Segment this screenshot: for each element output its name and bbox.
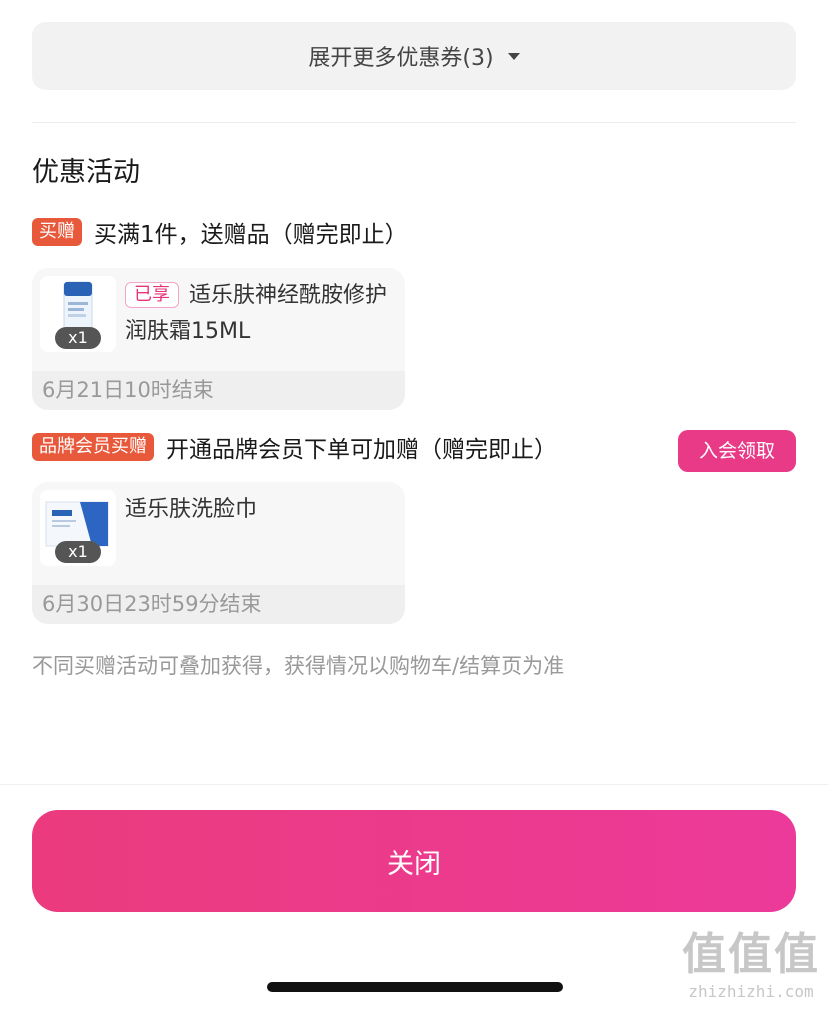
promo-tag: 买赠 [32, 218, 82, 246]
caret-down-icon [507, 52, 520, 60]
watermark: 值值值 zhizhizhi.com [682, 928, 820, 1001]
promo-tag: 品牌会员买赠 [32, 433, 154, 461]
promo-text: 买满1件，送赠品（赠完即止） [94, 222, 408, 248]
gift-end-time: 6月21日10时结束 [32, 371, 405, 410]
quantity-badge: x1 [55, 327, 101, 349]
divider [0, 784, 828, 785]
promo-text: 开通品牌会员下单可加赠（赠完即止） [166, 437, 557, 463]
gift-end-time: 6月30日23时59分结束 [32, 585, 405, 624]
gift-card-cream[interactable]: x1 已享 适乐肤神经酰胺修护润肤霜15ML 6月21日10时结束 [32, 268, 405, 410]
expand-coupons-button[interactable]: 展开更多优惠券(3) [32, 22, 796, 90]
promo-row-buy-gift: 买赠 买满1件，送赠品（赠完即止） [32, 215, 408, 249]
expand-coupons-label: 展开更多优惠券(3) [308, 46, 494, 71]
gift-name-block: 已享 适乐肤神经酰胺修护润肤霜15ML [125, 278, 397, 350]
gift-card-towel[interactable]: x1 适乐肤洗脸巾 6月30日23时59分结束 [32, 482, 405, 624]
enjoyed-badge: 已享 [125, 282, 179, 308]
join-membership-button[interactable]: 入会领取 [678, 430, 796, 472]
watermark-logo: 值值值 [682, 929, 820, 980]
quantity-badge: x1 [55, 541, 101, 563]
divider [32, 122, 796, 123]
gift-name-block: 适乐肤洗脸巾 [125, 492, 397, 528]
watermark-site: zhizhizhi.com [688, 982, 814, 1001]
gift-name: 适乐肤洗脸巾 [125, 497, 258, 522]
promo-row-member-gift: 品牌会员买赠 开通品牌会员下单可加赠（赠完即止） [32, 430, 557, 464]
stacking-note: 不同买赠活动可叠加获得，获得情况以购物车/结算页为准 [32, 654, 565, 678]
section-title: 优惠活动 [32, 157, 140, 188]
close-button[interactable]: 关闭 [32, 810, 796, 912]
product-thumbnail: x1 [40, 276, 116, 352]
home-indicator [267, 982, 563, 992]
product-thumbnail: x1 [40, 490, 116, 566]
